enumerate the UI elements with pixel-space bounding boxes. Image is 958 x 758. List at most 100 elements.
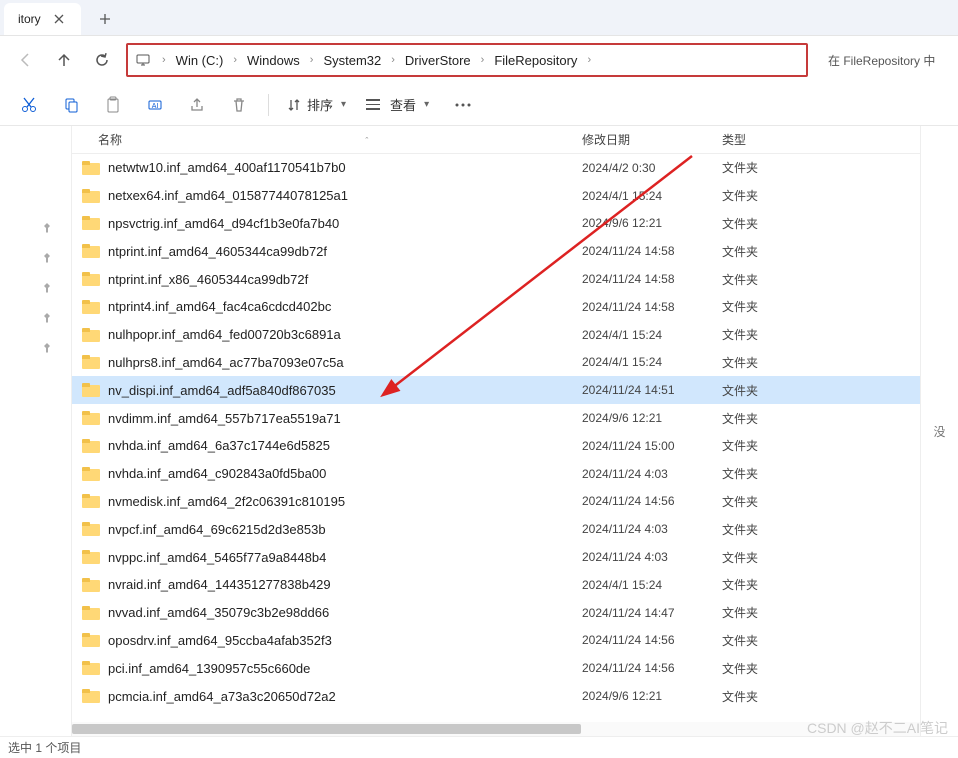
chevron-icon[interactable]: › [304,54,320,66]
breadcrumb-item[interactable]: Win (C:) [172,51,228,70]
chevron-icon[interactable]: › [385,54,401,66]
folder-icon [82,578,100,592]
table-row[interactable]: nvdimm.inf_amd64_557b717ea5519a71 2024/9/… [72,404,920,432]
chevron-icon[interactable]: › [581,54,597,66]
share-button[interactable] [178,88,216,122]
table-row[interactable]: pcmcia.inf_amd64_a73a3c20650d72a2 2024/9/… [72,682,920,710]
folder-icon [82,161,100,175]
table-row[interactable]: ntprint4.inf_amd64_fac4ca6cdcd402bc2024/… [72,293,920,321]
column-type[interactable]: 类型 [722,131,910,148]
file-type: 文件夹 [722,604,910,621]
folder-icon [82,216,100,230]
file-name: oposdrv.inf_amd64_95ccba4afab352f3 [108,633,332,648]
table-row[interactable]: nv_dispi.inf_amd64_adf5a840df8670352024/… [72,376,920,404]
file-date: 2024/4/1 15:24 [582,189,722,203]
sort-indicator-icon: ˆ [365,136,368,146]
table-row[interactable]: pci.inf_amd64_1390957c55c660de2024/11/24… [72,654,920,682]
table-row[interactable]: nvraid.inf_amd64_144351277838b4292024/4/… [72,571,920,599]
table-row[interactable]: netxex64.inf_amd64_01587744078125a12024/… [72,182,920,210]
sort-button[interactable]: 排序 ▾ [279,95,354,114]
file-date: 2024/4/1 15:24 [582,355,722,369]
folder-icon [82,300,100,314]
file-date: 2024/9/6 12:21 [582,216,722,230]
preview-pane: 没 [920,126,958,736]
view-button[interactable]: 查看 ▾ [358,95,437,114]
file-date: 2024/9/6 12:21 [582,411,722,425]
file-date: 2024/4/2 0:30 [582,161,722,175]
folder-icon [82,689,100,703]
column-date[interactable]: 修改日期 [582,131,722,148]
more-button[interactable] [441,88,485,122]
table-row[interactable]: oposdrv.inf_amd64_95ccba4afab352f32024/1… [72,627,920,655]
file-type: 文件夹 [722,465,910,482]
new-tab-button[interactable] [89,3,121,35]
file-type: 文件夹 [722,437,910,454]
column-name[interactable]: 名称 ˆ [72,131,582,148]
scrollbar-thumb[interactable] [72,724,581,734]
file-type: 文件夹 [722,271,910,288]
table-row[interactable]: nvvad.inf_amd64_35079c3b2e98dd662024/11/… [72,599,920,627]
folder-icon [82,494,100,508]
file-type: 文件夹 [722,243,910,260]
refresh-button[interactable] [84,42,120,78]
file-name: nvdimm.inf_amd64_557b717ea5519a71 [108,411,341,426]
file-name: pcmcia.inf_amd64_a73a3c20650d72a2 [108,689,336,704]
breadcrumb[interactable]: › Win (C:) › Windows › System32 › Driver… [126,43,808,77]
pin-icon[interactable] [41,312,57,328]
file-list[interactable]: netwtw10.inf_amd64_400af1170541b7b02024/… [72,154,920,736]
file-name: ntprint.inf_x86_4605344ca99db72f [108,272,308,287]
table-row[interactable]: nulhpopr.inf_amd64_fed00720b3c6891a2024/… [72,321,920,349]
breadcrumb-item[interactable]: DriverStore [401,51,475,70]
table-row[interactable]: nulhprs8.inf_amd64_ac77ba7093e07c5a2024/… [72,349,920,377]
file-type: 文件夹 [722,159,910,176]
horizontal-scrollbar[interactable] [72,722,920,736]
breadcrumb-item[interactable]: System32 [319,51,385,70]
file-name: nvppc.inf_amd64_5465f77a9a8448b4 [108,550,326,565]
file-type: 文件夹 [722,187,910,204]
file-date: 2024/11/24 4:03 [582,522,722,536]
pin-icon[interactable] [41,222,57,238]
chevron-icon[interactable]: › [156,54,172,66]
file-type: 文件夹 [722,576,910,593]
table-row[interactable]: nvhda.inf_amd64_6a37c1744e6d58252024/11/… [72,432,920,460]
chevron-icon[interactable]: › [475,54,491,66]
separator [268,94,269,116]
file-name: nv_dispi.inf_amd64_adf5a840df867035 [108,383,336,398]
file-date: 2024/11/24 14:56 [582,661,722,675]
file-date: 2024/9/6 12:21 [582,689,722,703]
pin-icon[interactable] [41,252,57,268]
toolbar: AI 排序 ▾ 查看 ▾ [0,84,958,126]
breadcrumb-item[interactable]: Windows [243,51,304,70]
up-button[interactable] [46,42,82,78]
folder-icon [82,411,100,425]
folder-icon [82,467,100,481]
file-type: 文件夹 [722,660,910,677]
folder-icon [82,661,100,675]
copy-button[interactable] [52,88,90,122]
table-row[interactable]: ntprint.inf_amd64_4605344ca99db72f2024/1… [72,237,920,265]
paste-button[interactable] [94,88,132,122]
delete-button[interactable] [220,88,258,122]
table-row[interactable]: ntprint.inf_x86_4605344ca99db72f2024/11/… [72,265,920,293]
rename-button[interactable]: AI [136,88,174,122]
cut-button[interactable] [10,88,48,122]
file-name: npsvctrig.inf_amd64_d94cf1b3e0fa7b40 [108,216,339,231]
table-row[interactable]: npsvctrig.inf_amd64_d94cf1b3e0fa7b40 2024… [72,210,920,238]
back-button[interactable] [8,42,44,78]
breadcrumb-item[interactable]: FileRepository [490,51,581,70]
tab-active[interactable]: itory [4,3,81,35]
pin-icon[interactable] [41,342,57,358]
tab-bar: itory [0,0,958,36]
close-tab-icon[interactable] [51,11,67,27]
table-row[interactable]: nvpcf.inf_amd64_69c6215d2d3e853b2024/11/… [72,515,920,543]
table-row[interactable]: nvmedisk.inf_amd64_2f2c06391c8101952024/… [72,488,920,516]
table-row[interactable]: nvppc.inf_amd64_5465f77a9a8448b42024/11/… [72,543,920,571]
file-type: 文件夹 [722,493,910,510]
table-row[interactable]: nvhda.inf_amd64_c902843a0fd5ba002024/11/… [72,460,920,488]
table-row[interactable]: netwtw10.inf_amd64_400af1170541b7b02024/… [72,154,920,182]
chevron-icon[interactable]: › [227,54,243,66]
file-date: 2024/11/24 14:56 [582,494,722,508]
file-type: 文件夹 [722,688,910,705]
pin-icon[interactable] [41,282,57,298]
search-box[interactable]: 在 FileRepository 中 [820,43,950,77]
